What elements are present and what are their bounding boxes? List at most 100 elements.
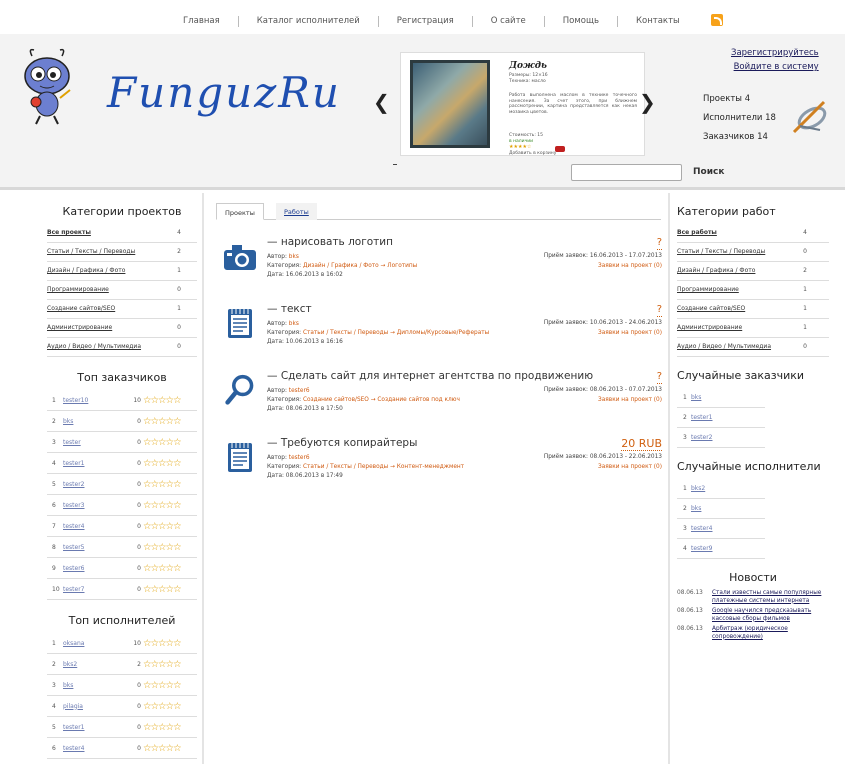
user-link[interactable]: tester [63,439,127,446]
user-link[interactable]: tester1 [63,460,127,467]
project-title-link[interactable]: — Требуются копирайтеры [267,437,417,449]
category-row[interactable]: Создание сайтов/SEO 1 [47,300,197,319]
slider-prev-arrow-icon[interactable]: ❮ [373,90,390,114]
project-bids-link[interactable]: Заявки на проект (0) [598,397,662,403]
category-row[interactable]: Аудио / Видео / Мультимедиа 0 [677,338,829,357]
user-link[interactable]: bks [691,505,701,512]
user-link[interactable]: tester7 [63,586,127,593]
category-name[interactable]: Все проекты [47,229,91,236]
user-link[interactable]: tester2 [63,481,127,488]
category-name[interactable]: Создание сайтов/SEO [677,305,745,312]
user-link[interactable]: bks2 [691,485,705,492]
painting-image[interactable] [410,60,490,148]
news-link[interactable]: Арбитраж (юридическое сопровождение) [712,626,826,641]
site-logo-text[interactable]: FunguzRu [107,68,341,117]
category-row[interactable]: Администрирование 1 [677,319,829,338]
rating-stars-icon: ☆☆☆☆☆ [143,658,182,670]
mascot-logo-icon[interactable] [18,46,76,126]
category-name[interactable]: Создание сайтов/SEO [47,305,115,312]
category-row[interactable]: Программирование 0 [47,281,197,300]
nav-item-about[interactable]: О сайте [473,16,545,27]
project-title-link[interactable]: — текст [267,303,312,315]
category-name[interactable]: Статьи / Тексты / Переводы [47,248,135,255]
user-link[interactable]: oksana [63,640,127,647]
cart-icon[interactable] [555,146,565,152]
nav-item-registration[interactable]: Регистрация [379,16,473,27]
project-bids-link[interactable]: Заявки на проект (0) [598,263,662,269]
tab-projects[interactable]: Проекты [216,203,264,220]
nav-item-help[interactable]: Помощь [545,16,618,27]
user-link[interactable]: tester1 [691,414,713,421]
user-link[interactable]: tester10 [63,397,127,404]
score: 0 [137,681,141,689]
work-categories-title: Категории работ [677,205,776,218]
category-row[interactable]: Дизайн / Графика / Фото 1 [47,262,197,281]
category-link[interactable]: Статьи / Тексты / Переводы → Дипломы/Кур… [303,330,489,336]
author-link[interactable]: bks [289,254,299,260]
category-name[interactable]: Администрирование [47,324,112,331]
user-link[interactable]: bks [63,682,127,689]
category-name[interactable]: Программирование [677,286,739,293]
user-link[interactable]: tester1 [63,724,127,731]
user-link[interactable]: tester2 [691,434,713,441]
user-link[interactable]: tester5 [63,544,127,551]
project-title-link[interactable]: — Сделать сайт для интернет агентства по… [267,370,593,382]
category-link[interactable]: Статьи / Тексты / Переводы → Контент-мен… [303,464,464,470]
category-name[interactable]: Аудио / Видео / Мультимедиа [677,343,771,350]
featured-work-slide[interactable]: Дождь Размеры: 12×16 Техника: масло Рабо… [400,52,645,156]
user-link[interactable]: bks [691,394,701,401]
project-bids-link[interactable]: Заявки на проект (0) [598,464,662,470]
user-link[interactable]: bks [63,418,127,425]
user-link[interactable]: tester3 [63,502,127,509]
category-row[interactable]: Все работы 4 [677,224,829,243]
author-label: Автор: [267,321,287,327]
user-link[interactable]: pilagia [63,703,127,710]
category-row[interactable]: Создание сайтов/SEO 1 [677,300,829,319]
login-link[interactable]: Войдите в систему [731,60,819,74]
search-button[interactable]: Поиск [693,167,724,177]
user-link[interactable]: tester4 [63,745,127,752]
news-link[interactable]: Стали известны самые популярные платежны… [712,590,826,605]
nav-item-catalog[interactable]: Каталог исполнителей [239,16,379,27]
category-row[interactable]: Статьи / Тексты / Переводы 0 [677,243,829,262]
category-name[interactable]: Программирование [47,286,109,293]
user-link[interactable]: tester6 [63,565,127,572]
category-link[interactable]: Дизайн / Графика / Фото → Логотипы [303,263,417,269]
user-link[interactable]: bks2 [63,661,127,668]
category-row[interactable]: Программирование 1 [677,281,829,300]
category-row[interactable]: Все проекты 4 [47,224,197,243]
news-link[interactable]: Google научился предсказывать кассовые с… [712,608,826,623]
user-link[interactable]: tester4 [63,523,127,530]
category-row[interactable]: Дизайн / Графика / Фото 2 [677,262,829,281]
category-name[interactable]: Все работы [677,229,717,236]
category-name[interactable]: Дизайн / Графика / Фото [677,267,755,274]
category-name[interactable]: Дизайн / Графика / Фото [47,267,125,274]
category-row[interactable]: Администрирование 0 [47,319,197,338]
user-link[interactable]: tester9 [691,545,713,552]
author-link[interactable]: tester6 [289,455,310,461]
category-name[interactable]: Аудио / Видео / Мультимедиа [47,343,141,350]
search-input[interactable] [571,164,682,181]
right-sidebar: Категории работ Все работы 4 Статьи / Тек… [677,205,829,644]
project-bids-link[interactable]: Заявки на проект (0) [598,330,662,336]
rss-icon[interactable] [711,14,723,26]
slider-indicator[interactable] [393,164,397,165]
score: 0 [137,723,141,731]
category-row[interactable]: Аудио / Видео / Мультимедиа 0 [47,338,197,357]
register-link[interactable]: Зарегистрируйтесь [731,46,819,60]
rank: 1 [52,396,56,404]
author-link[interactable]: tester6 [289,388,310,394]
slider-next-arrow-icon[interactable]: ❯ [639,90,656,114]
list-item: 5 tester1 0 ☆☆☆☆☆ [47,717,197,738]
add-to-cart-link[interactable]: Добавить в корзину [509,151,556,156]
nav-item-contacts[interactable]: Контакты [618,16,698,27]
nav-item-home[interactable]: Главная [165,16,239,27]
author-link[interactable]: bks [289,321,299,327]
category-row[interactable]: Статьи / Тексты / Переводы 2 [47,243,197,262]
category-name[interactable]: Статьи / Тексты / Переводы [677,248,765,255]
category-name[interactable]: Администрирование [677,324,742,331]
user-link[interactable]: tester4 [691,525,713,532]
tab-works[interactable]: Работы [276,203,317,220]
project-title-link[interactable]: — нарисовать логотип [267,236,393,248]
category-link[interactable]: Создание сайтов/SEO → Создание сайтов по… [303,397,460,403]
